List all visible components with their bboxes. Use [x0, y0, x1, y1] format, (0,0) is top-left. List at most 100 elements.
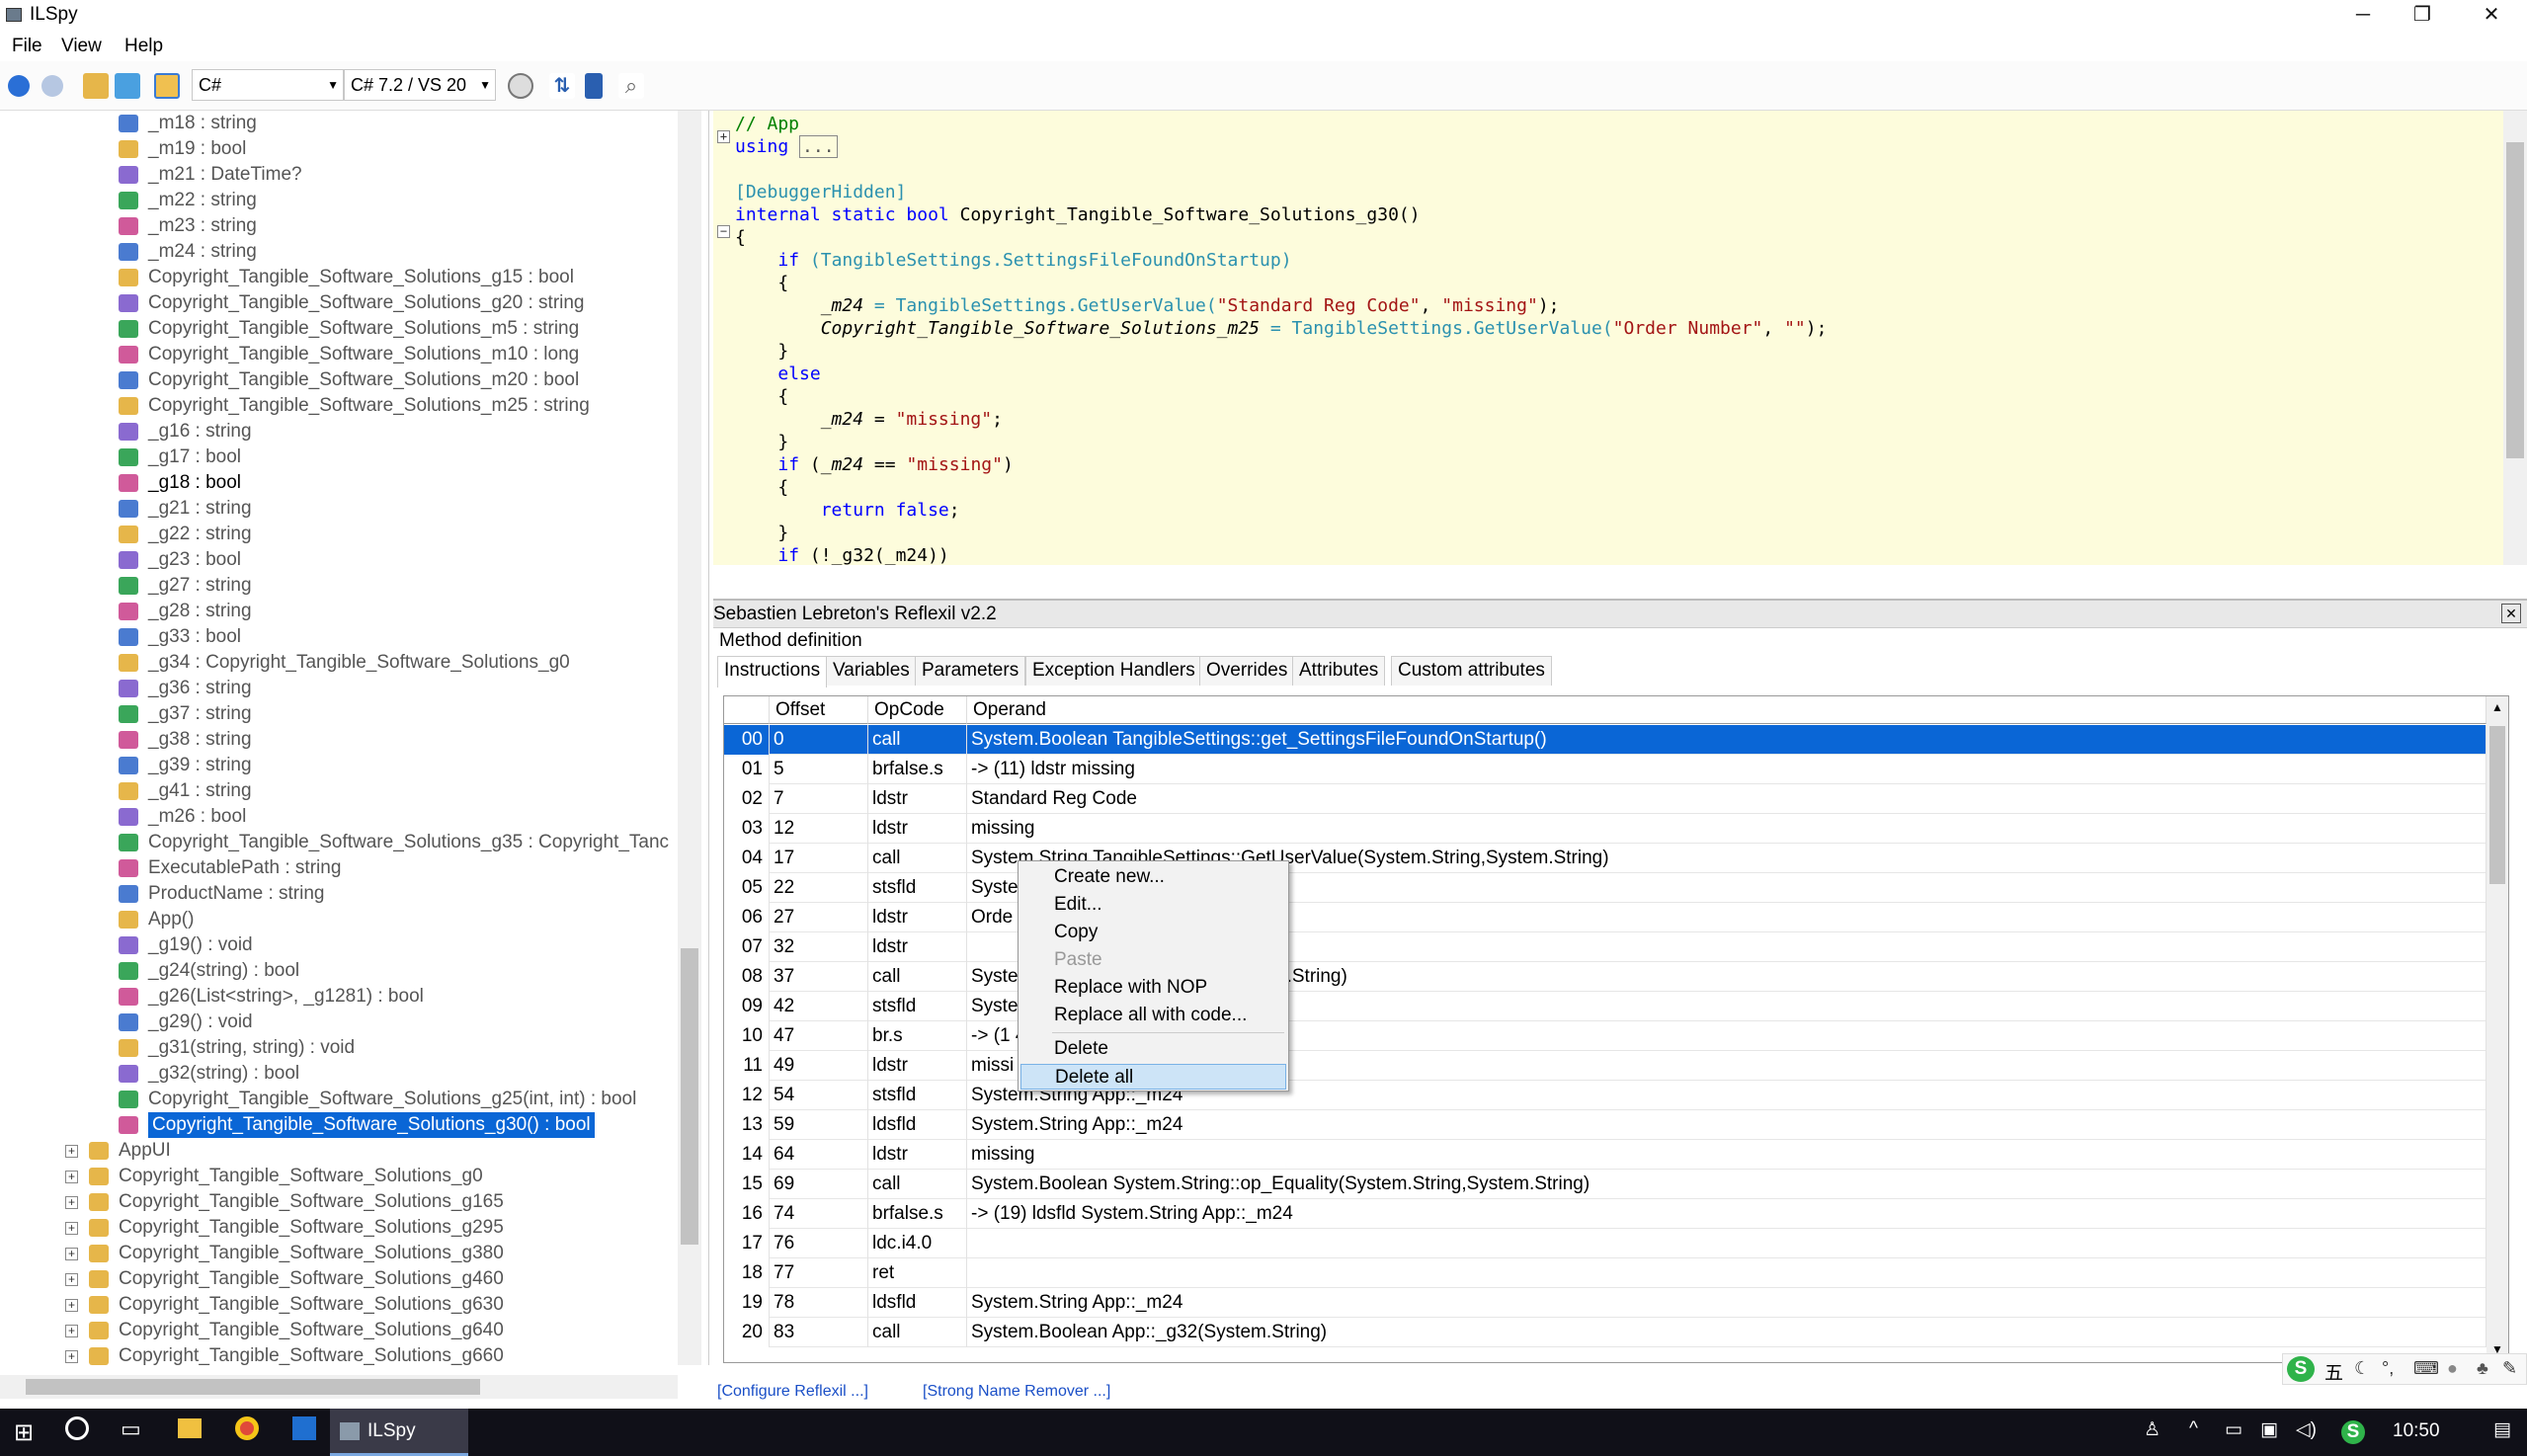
- menu-delete[interactable]: Delete: [1020, 1036, 1286, 1062]
- file-explorer-icon[interactable]: [178, 1418, 202, 1438]
- instruction-row[interactable]: 07 32 ldstr: [724, 932, 2486, 962]
- collapse-method-icon[interactable]: −: [717, 225, 730, 238]
- battery-icon[interactable]: ▭: [2225, 1418, 2242, 1441]
- code-vertical-scrollbar[interactable]: [2503, 111, 2527, 565]
- tab-overrides[interactable]: Overrides: [1199, 656, 1295, 686]
- column-opcode[interactable]: OpCode: [868, 696, 967, 724]
- instruction-row[interactable]: 02 7 ldstr Standard Reg Code: [724, 784, 2486, 814]
- tree-scroll-thumb[interactable]: [681, 948, 698, 1245]
- instruction-row[interactable]: 10 47 br.s -> (1 4: [724, 1021, 2486, 1051]
- strong-name-remover-link[interactable]: [Strong Name Remover ...]: [923, 1383, 1110, 1401]
- minimize-button[interactable]: ─: [2333, 0, 2393, 32]
- tree-vertical-scrollbar[interactable]: [678, 111, 701, 1365]
- tab-exception-handlers[interactable]: Exception Handlers: [1025, 656, 1202, 686]
- open-icon[interactable]: [83, 73, 109, 99]
- menu-help[interactable]: Help: [119, 36, 169, 57]
- chrome-icon[interactable]: [235, 1416, 259, 1440]
- configure-reflexil-link[interactable]: [Configure Reflexil ...]: [717, 1383, 868, 1401]
- expand-icon[interactable]: +: [65, 1248, 78, 1260]
- menu-replace-all-with-code[interactable]: Replace all with code...: [1020, 1003, 1286, 1028]
- sogou-tray-icon[interactable]: S: [2341, 1420, 2365, 1444]
- user-icon[interactable]: ●: [2447, 1358, 2458, 1379]
- tab-instructions[interactable]: Instructions: [717, 656, 828, 688]
- instruction-row[interactable]: 04 17 call System.String TangibleSettings::…: [724, 844, 2486, 873]
- instruction-row[interactable]: 03 12 ldstr missing: [724, 814, 2486, 844]
- instruction-row[interactable]: 16 74 brfalse.s -> (19) ldsfld System.Strin…: [724, 1199, 2486, 1229]
- tree-hscroll-thumb[interactable]: [26, 1379, 480, 1395]
- menu-copy[interactable]: Copy: [1020, 920, 1286, 945]
- moon-icon[interactable]: ☾: [2354, 1358, 2370, 1379]
- wrench-icon[interactable]: ✎: [2502, 1358, 2517, 1379]
- book-icon[interactable]: [585, 73, 603, 99]
- scroll-up-icon[interactable]: ▲: [2489, 700, 2505, 716]
- instructions-grid[interactable]: Offset OpCode Operand 00 0 call System.Bool…: [723, 695, 2509, 1363]
- tab-parameters[interactable]: Parameters: [915, 656, 1026, 686]
- app-icon[interactable]: [292, 1416, 316, 1440]
- column-offset[interactable]: Offset: [770, 696, 868, 724]
- instruction-row[interactable]: 01 5 brfalse.s -> (11) ldstr missing: [724, 755, 2486, 784]
- show-internal-icon[interactable]: [154, 73, 180, 99]
- punctuation-icon[interactable]: °,: [2382, 1358, 2394, 1379]
- expand-icon[interactable]: +: [65, 1350, 78, 1363]
- task-view-icon[interactable]: ▭: [121, 1416, 141, 1442]
- chevron-up-icon[interactable]: ^: [2189, 1418, 2198, 1440]
- gear-icon[interactable]: [508, 73, 533, 99]
- close-button[interactable]: ✕: [2462, 0, 2521, 32]
- menu-file[interactable]: File: [6, 36, 48, 57]
- decompiled-code-view[interactable]: // App + using ... [DebuggerHidden] inte…: [713, 111, 2503, 565]
- instruction-row[interactable]: 00 0 call System.Boolean TangibleSettings::…: [724, 725, 2486, 755]
- grid-vertical-scrollbar[interactable]: ▲ ▼: [2486, 696, 2508, 1362]
- menu-delete-all[interactable]: Delete all: [1020, 1064, 1286, 1090]
- sogou-icon[interactable]: S: [2287, 1356, 2315, 1382]
- expand-using-icon[interactable]: +: [717, 130, 730, 143]
- ime-mode[interactable]: 五: [2324, 1358, 2343, 1385]
- instruction-row[interactable]: 11 49 ldstr missi: [724, 1051, 2486, 1081]
- instruction-row[interactable]: 19 78 ldsfld System.String App::_m24: [724, 1288, 2486, 1318]
- grid-scroll-thumb[interactable]: [2489, 726, 2505, 884]
- tab-variables[interactable]: Variables: [826, 656, 917, 686]
- tree-horizontal-scrollbar[interactable]: [0, 1375, 678, 1399]
- sort-icon[interactable]: ⇅: [549, 73, 575, 99]
- search-icon[interactable]: ⌕: [618, 73, 644, 99]
- taskbar-ilspy-button[interactable]: ILSpy: [330, 1409, 468, 1456]
- instruction-row[interactable]: 06 27 ldstr Orde: [724, 903, 2486, 932]
- back-icon[interactable]: [8, 75, 30, 97]
- menu-replace-with-nop[interactable]: Replace with NOP: [1020, 975, 1286, 1001]
- people-icon[interactable]: ♙: [2144, 1418, 2160, 1441]
- language-select[interactable]: C# ▼: [192, 69, 344, 101]
- volume-icon[interactable]: ◁): [2296, 1418, 2317, 1441]
- menu-view[interactable]: View: [55, 36, 108, 57]
- network-icon[interactable]: ▣: [2260, 1418, 2278, 1441]
- expand-icon[interactable]: +: [65, 1196, 78, 1209]
- tab-custom-attributes[interactable]: Custom attributes: [1391, 656, 1552, 686]
- column-operand[interactable]: Operand: [967, 696, 2486, 724]
- menu-edit[interactable]: Edit...: [1020, 892, 1286, 918]
- expand-icon[interactable]: +: [65, 1299, 78, 1312]
- instruction-row[interactable]: 13 59 ldsfld System.String App::_m24: [724, 1110, 2486, 1140]
- expand-icon[interactable]: +: [65, 1325, 78, 1337]
- windows-start-icon[interactable]: ⊞: [14, 1418, 34, 1447]
- instruction-row[interactable]: 0837callSyste serValue(System.String,Sys…: [724, 962, 2486, 992]
- expand-icon[interactable]: +: [65, 1171, 78, 1183]
- code-scroll-thumb[interactable]: [2506, 142, 2524, 458]
- instruction-row[interactable]: 05 22 stsfld Syste: [724, 873, 2486, 903]
- menu-create-new[interactable]: Create new...: [1020, 864, 1286, 890]
- instruction-row[interactable]: 0942stsfldSyste le_Software_Solutions_m2…: [724, 992, 2486, 1021]
- instruction-row[interactable]: 15 69 call System.Boolean System.String::op…: [724, 1170, 2486, 1199]
- shirt-icon[interactable]: ♣: [2477, 1358, 2488, 1379]
- restore-button[interactable]: ❐: [2393, 0, 2452, 32]
- notifications-icon[interactable]: ▤: [2493, 1418, 2511, 1441]
- instruction-row[interactable]: 18 77 ret: [724, 1258, 2486, 1288]
- version-select[interactable]: C# 7.2 / VS 20 ▼: [344, 69, 496, 101]
- clock[interactable]: 10:50: [2393, 1420, 2440, 1442]
- close-icon[interactable]: ✕: [2501, 604, 2521, 623]
- expand-icon[interactable]: +: [65, 1273, 78, 1286]
- tab-attributes[interactable]: Attributes: [1292, 656, 1386, 686]
- instruction-row[interactable]: 17 76 ldc.i4.0: [724, 1229, 2486, 1258]
- reload-icon[interactable]: [115, 73, 140, 99]
- forward-icon[interactable]: [41, 75, 63, 97]
- keyboard-icon[interactable]: ⌨: [2413, 1358, 2439, 1379]
- instruction-row[interactable]: 20 83 call System.Boolean App::_g32(System.…: [724, 1318, 2486, 1347]
- instruction-row[interactable]: 12 54 stsfld System.String App::_m24: [724, 1081, 2486, 1110]
- expand-icon[interactable]: +: [65, 1222, 78, 1235]
